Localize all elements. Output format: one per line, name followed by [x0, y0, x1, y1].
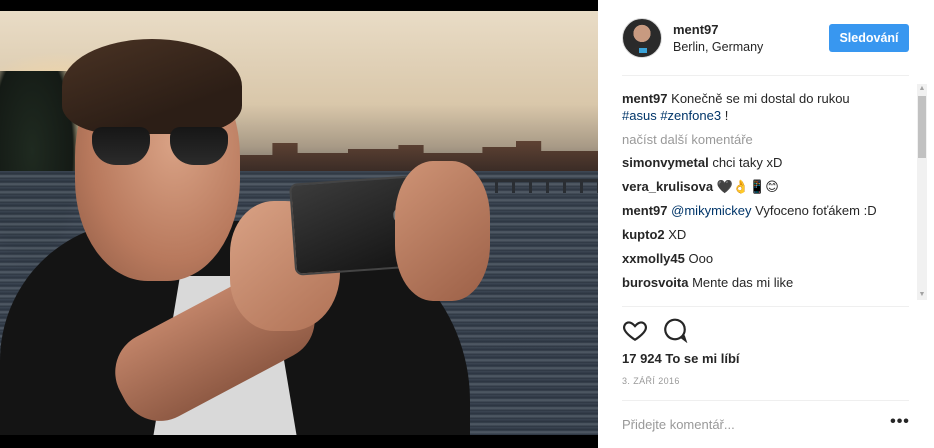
- hashtag-link[interactable]: #zenfone3: [660, 108, 721, 123]
- comment-item: kupto2 XD: [622, 226, 908, 243]
- scroll-down-arrow-icon[interactable]: ▼: [917, 290, 927, 300]
- comment-text: XD: [668, 227, 687, 242]
- comments-list[interactable]: ment97 Konečně se mi dostal do rukou #as…: [622, 84, 918, 306]
- comment-text: Ooo: [688, 251, 714, 266]
- likes-count[interactable]: 17 924 To se mi líbí: [622, 351, 740, 366]
- comment-user[interactable]: kupto2: [622, 227, 665, 242]
- heart-icon[interactable]: [622, 317, 648, 343]
- scroll-up-arrow-icon[interactable]: ▲: [917, 84, 927, 94]
- comment-item: simonvymetal chci taky xD: [622, 154, 908, 171]
- ellipsis-icon[interactable]: •••: [890, 413, 910, 433]
- post-side-panel: ment97 Berlin, Germany Sledování ment97 …: [598, 0, 934, 448]
- comment-text: 🖤👌📱😊: [716, 179, 779, 194]
- comment-user[interactable]: xxmolly45: [622, 251, 685, 266]
- comment-text: Mente das mi like: [692, 275, 794, 290]
- comment-item: vera_krulisova 🖤👌📱😊: [622, 178, 908, 195]
- comment-item: ment97 @mikymickey Vyfoceno foťákem :D: [622, 202, 908, 219]
- avatar[interactable]: [622, 18, 662, 58]
- caption: ment97 Konečně se mi dostal do rukou #as…: [622, 90, 908, 124]
- comment-user[interactable]: burosvoita: [622, 275, 688, 290]
- caption-user[interactable]: ment97: [622, 91, 668, 106]
- hashtag-link[interactable]: #asus: [622, 108, 657, 123]
- photo-person-hair: [62, 39, 242, 134]
- comment-item: burosvoita Mente das mi like: [622, 274, 908, 291]
- post-location[interactable]: Berlin, Germany: [673, 40, 763, 54]
- comment-mention[interactable]: @mikymickey: [671, 203, 751, 218]
- caption-suffix: !: [724, 108, 729, 123]
- load-more-comments-link[interactable]: načíst další komentáře: [622, 132, 908, 147]
- post-header: ment97 Berlin, Germany Sledování: [622, 18, 909, 76]
- photo-scene: [0, 11, 598, 448]
- photo-letterbox-bottom: [0, 435, 598, 448]
- avatar-shirt-logo: [639, 48, 647, 53]
- comment-item: xxmolly45 Ooo: [622, 250, 908, 267]
- scrollbar-thumb[interactable]: [918, 96, 926, 158]
- photo-letterbox-top: [0, 0, 598, 11]
- post-date[interactable]: 3. ZÁŘÍ 2016: [622, 376, 680, 386]
- comment-user[interactable]: simonvymetal: [622, 155, 709, 170]
- comment-user[interactable]: vera_krulisova: [622, 179, 713, 194]
- caption-text: Konečně se mi dostal do rukou: [671, 91, 850, 106]
- comments-scrollbar[interactable]: ▲ ▼: [917, 84, 927, 300]
- post-photo[interactable]: [0, 0, 598, 448]
- comment-icon[interactable]: [662, 317, 688, 344]
- author-username[interactable]: ment97: [673, 22, 719, 37]
- comment-text: Vyfoceno foťákem :D: [755, 203, 877, 218]
- follow-button[interactable]: Sledování: [829, 24, 909, 52]
- photo-sunglasses: [92, 123, 232, 169]
- comment-input[interactable]: [622, 413, 872, 435]
- photo-hand-right: [395, 161, 490, 301]
- add-comment-bar: •••: [622, 400, 909, 448]
- photo-skyline: [180, 141, 598, 171]
- comment-user[interactable]: ment97: [622, 203, 668, 218]
- comment-text: chci taky xD: [712, 155, 783, 170]
